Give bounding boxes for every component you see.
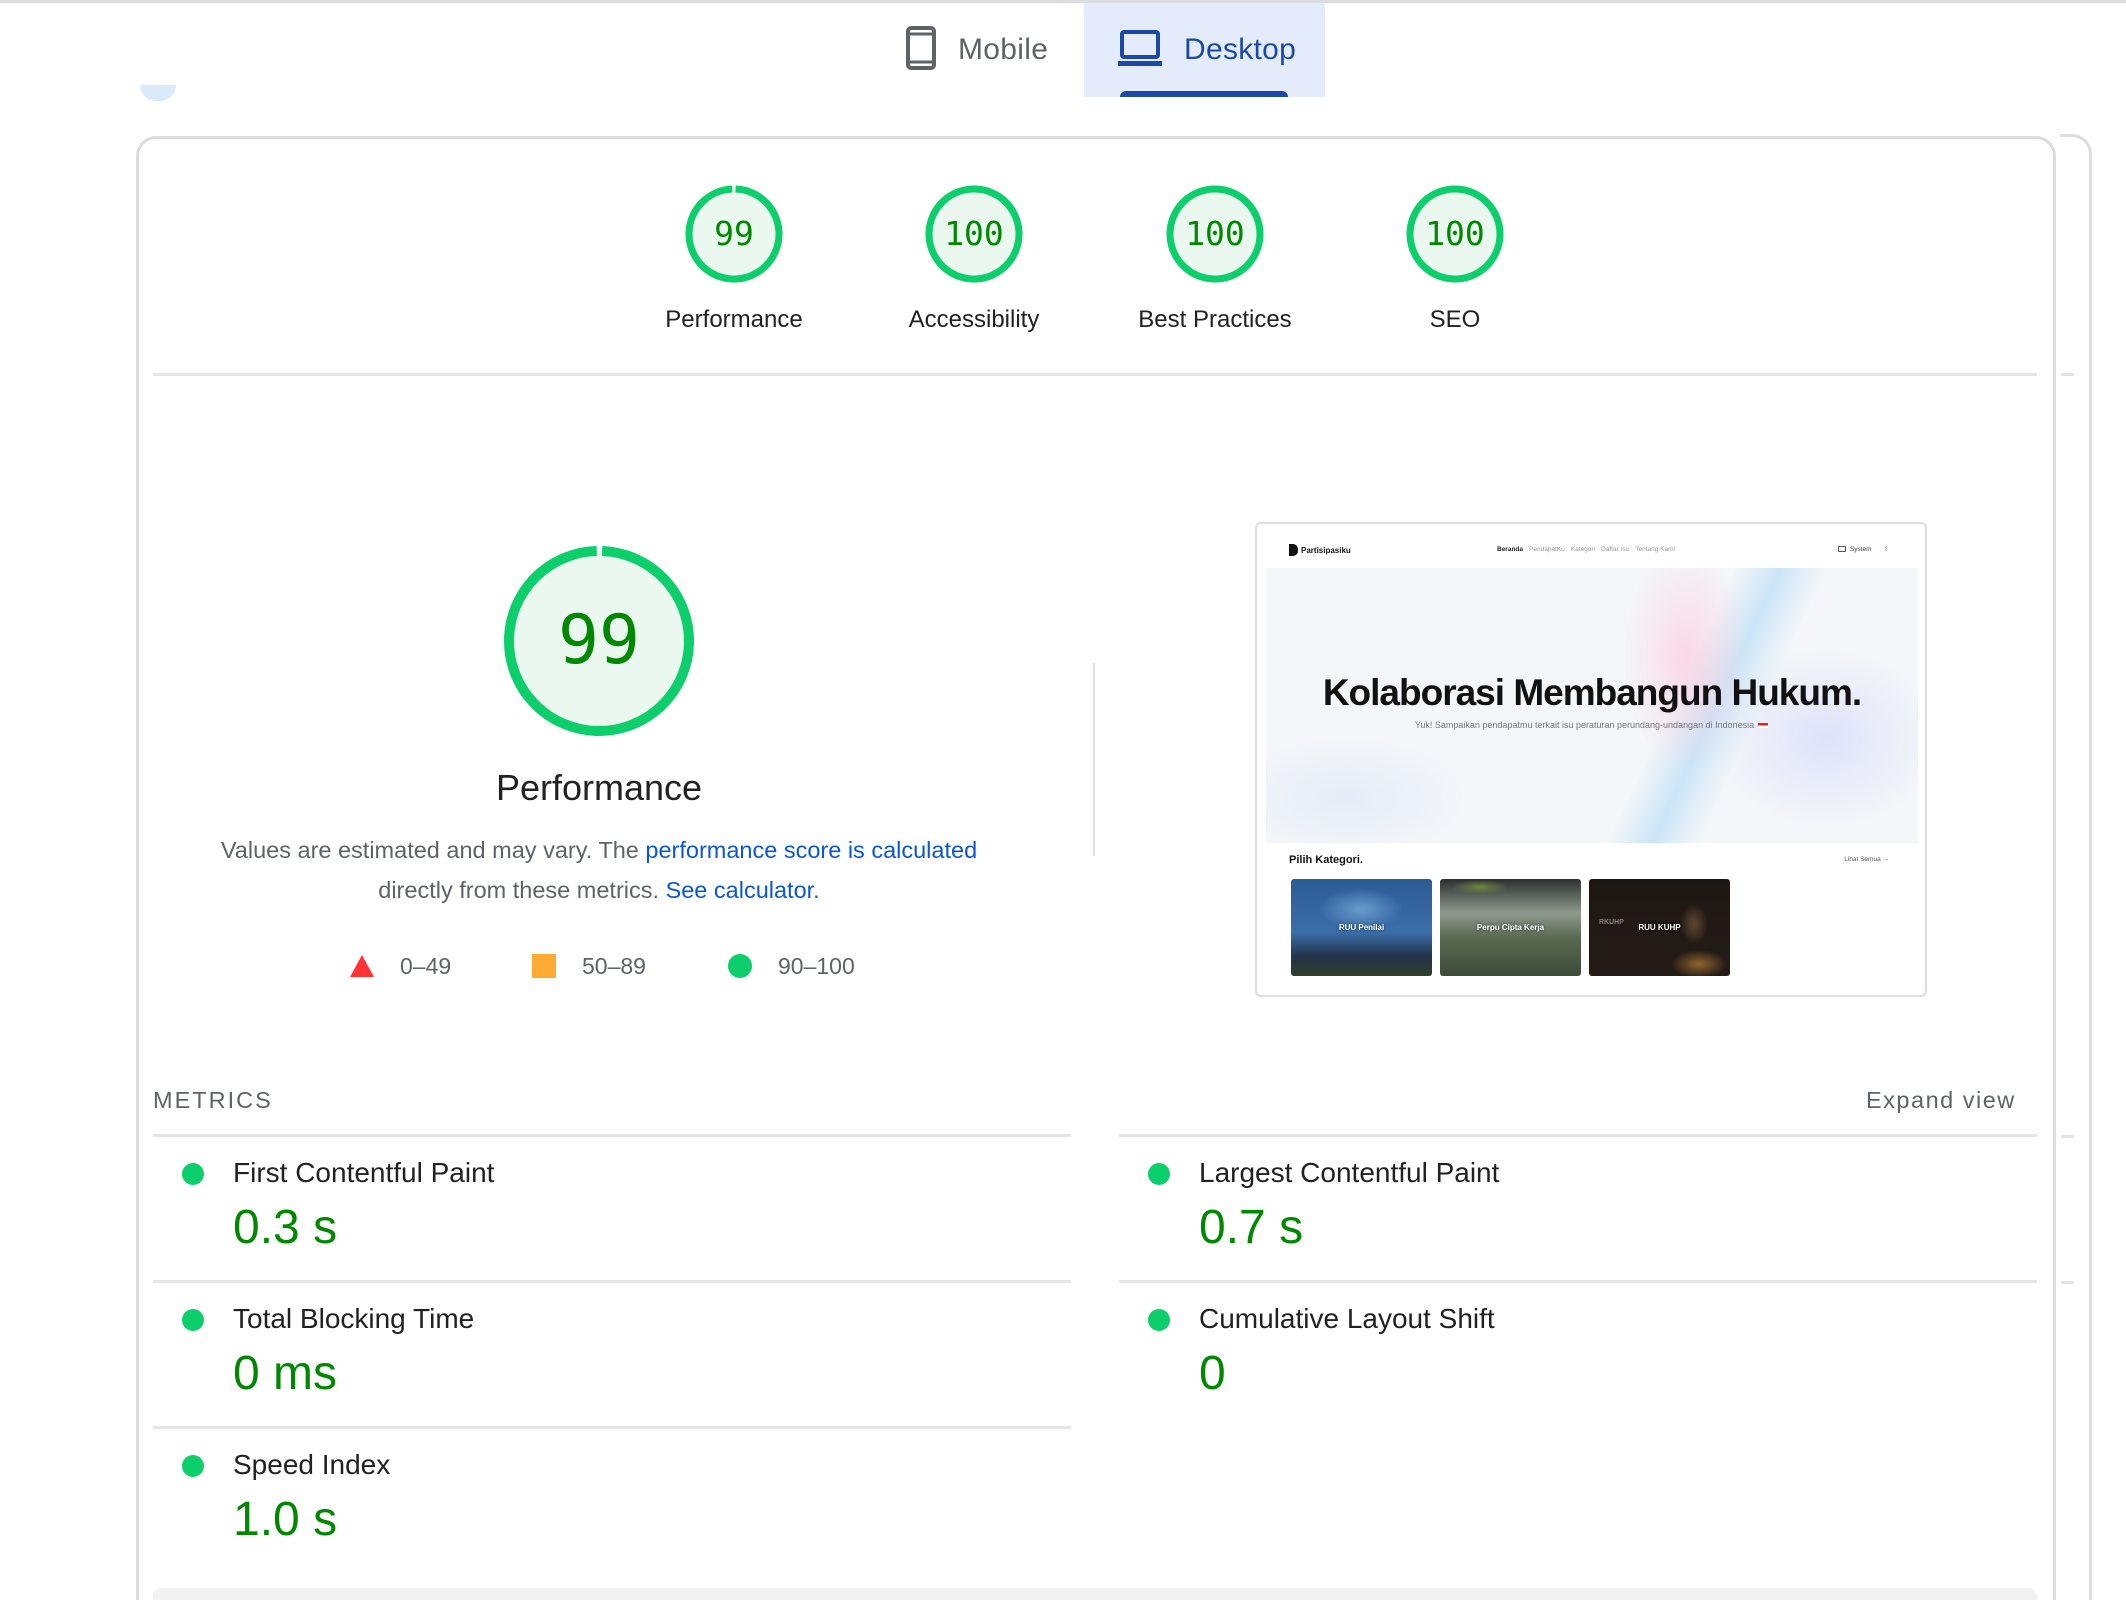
next-card-edge <box>2060 134 2092 1600</box>
vertical-divider <box>1093 663 1095 856</box>
gauge-score: 100 <box>1185 214 1245 253</box>
metric-label: Speed Index <box>233 1449 391 1480</box>
mobile-phone-icon <box>906 25 936 75</box>
active-tab-indicator <box>1120 91 1288 97</box>
thumb-category-card: RUU Penilai <box>1291 879 1432 976</box>
gauge-score: 99 <box>714 214 754 253</box>
gauge-score: 100 <box>944 214 1004 253</box>
gauge-best-practices[interactable]: 100 <box>1165 184 1265 284</box>
monitor-icon <box>1837 546 1846 552</box>
thumb-hero-title: Kolaborasi Membangun Hukum. <box>1322 672 1862 713</box>
legend-average: 50–89 <box>532 950 646 982</box>
metric-label: Cumulative Layout Shift <box>1199 1303 1495 1334</box>
thumb-nav-links: Beranda PendapatKu Kategori Daftar Isu T… <box>1497 546 1675 553</box>
metric-label: First Contentful Paint <box>233 1157 495 1188</box>
summary-divider <box>153 373 2037 376</box>
metric-value: 0 <box>1199 1347 1226 1400</box>
metric-value: 1.0 s <box>233 1493 338 1546</box>
pass-circle-icon <box>182 1309 204 1331</box>
metric-speed-index: Speed Index 1.0 s <box>153 1429 1073 1569</box>
chevron-updown-icon: ⇕ <box>1883 546 1889 553</box>
performance-score: 99 <box>558 601 640 680</box>
thumb-hero-subtitle: Yuk! Sampaikan pendapatmu terkait isu pe… <box>1266 720 1918 730</box>
pass-circle-icon <box>1148 1163 1170 1185</box>
thumb-card-watermark: RKUHP <box>1599 919 1624 926</box>
tab-mobile-label: Mobile <box>958 33 1049 66</box>
score-calculated-link[interactable]: performance score is calculated <box>645 837 977 863</box>
metric-value: 0.3 s <box>233 1201 338 1254</box>
thumb-category-label: RUU Penilai <box>1338 923 1385 932</box>
thumb-category-cards: RUU Penilai Perpu Cipta Kerja RKUHP RUU K… <box>1291 879 1730 976</box>
metric-largest-contentful-paint: Largest Contentful Paint 0.7 s <box>1119 1137 2039 1277</box>
thumb-nav-link: Kategori <box>1570 546 1596 553</box>
metric-cumulative-layout-shift: Cumulative Layout Shift 0 <box>1119 1283 2039 1423</box>
metric-value: 0 ms <box>233 1347 338 1400</box>
metric-value: 0.7 s <box>1199 1201 1304 1254</box>
metric-label: Largest Contentful Paint <box>1199 1157 1500 1188</box>
gauge-accessibility[interactable]: 100 <box>924 184 1024 284</box>
legend-range: 50–89 <box>582 952 646 979</box>
indonesia-flag-icon <box>1757 722 1770 730</box>
triangle-icon <box>350 955 374 977</box>
thumb-theme-select: System ⇕ <box>1837 545 1889 553</box>
tab-mobile[interactable]: Mobile <box>880 3 1080 97</box>
thumb-nav-link: Daftar Isu <box>1601 546 1630 553</box>
partial-circle-decoration <box>140 85 176 101</box>
legend-range: 0–49 <box>400 952 452 979</box>
legend-pass: 90–100 <box>728 950 855 982</box>
gauge-label-performance: Performance <box>665 306 803 333</box>
tab-desktop[interactable]: Desktop <box>1084 3 1325 97</box>
thumb-nav-link: PendapatKu <box>1529 546 1565 553</box>
gauge-label-accessibility: Accessibility <box>908 306 1040 333</box>
pass-circle-icon <box>182 1455 204 1477</box>
gauge-label-best-practices: Best Practices <box>1138 306 1292 333</box>
thumb-category-heading: Pilih Kategori. <box>1289 854 1363 866</box>
gauge-score: 100 <box>1425 214 1485 253</box>
tab-desktop-label: Desktop <box>1184 33 1297 66</box>
final-screenshot-thumbnail[interactable]: Partisipasiku Beranda PendapatKu Kategor… <box>1255 522 1927 997</box>
thumb-hero: Kolaborasi Membangun Hukum. Yuk! Sampaik… <box>1266 568 1918 843</box>
thumb-see-all: Lihat Semua → <box>1844 856 1889 863</box>
performance-title: Performance <box>495 767 703 808</box>
divider <box>2061 373 2074 376</box>
thumb-subtitle-text: Yuk! Sampaikan pendapatmu terkait isu pe… <box>1414 720 1755 730</box>
metric-label: Total Blocking Time <box>233 1303 475 1334</box>
gauge-seo[interactable]: 100 <box>1405 184 1505 284</box>
see-calculator-link[interactable]: See calculator. <box>666 877 820 903</box>
next-section-bar <box>153 1588 2037 1600</box>
thumb-category-label: RUU KUHP <box>1638 923 1681 932</box>
pass-circle-icon <box>1148 1309 1170 1331</box>
circle-icon <box>728 954 752 978</box>
thumb-nav-link: Tentang Kami <box>1635 546 1675 553</box>
thumb-brand: Partisipasiku <box>1301 545 1351 555</box>
thumb-category-card: RKUHP RUU KUHP <box>1589 879 1730 976</box>
thumb-category-label: Perpu Cipta Kerja <box>1476 923 1545 932</box>
logo-icon <box>1289 544 1298 556</box>
thumb-navbar: Partisipasiku Beranda PendapatKu Kategor… <box>1257 524 1925 568</box>
square-icon <box>532 954 556 978</box>
gauge-performance[interactable]: 99 <box>684 184 784 284</box>
performance-description: Values are estimated and may vary. The p… <box>189 830 1009 910</box>
pass-circle-icon <box>182 1163 204 1185</box>
description-text: Values are estimated and may vary. The <box>220 837 646 863</box>
legend-fail: 0–49 <box>350 950 451 982</box>
thumb-category-card: Perpu Cipta Kerja <box>1440 879 1581 976</box>
divider <box>2061 1281 2074 1284</box>
description-text: directly from these metrics. <box>378 877 666 903</box>
divider <box>2061 1135 2074 1138</box>
thumb-nav-link: Beranda <box>1497 546 1524 553</box>
expand-view-button[interactable]: Expand view <box>1866 1087 2016 1114</box>
thumb-theme-label: System <box>1849 545 1872 553</box>
performance-gauge-large: 99 <box>499 541 699 741</box>
metric-total-blocking-time: Total Blocking Time 0 ms <box>153 1283 1073 1423</box>
gauge-label-seo: SEO <box>1429 306 1481 333</box>
metric-first-contentful-paint: First Contentful Paint 0.3 s <box>153 1137 1073 1277</box>
legend-range: 90–100 <box>778 952 855 979</box>
laptop-icon <box>1118 29 1162 71</box>
thumb-logo: Partisipasiku <box>1289 544 1351 556</box>
metrics-heading: METRICS <box>153 1087 273 1113</box>
